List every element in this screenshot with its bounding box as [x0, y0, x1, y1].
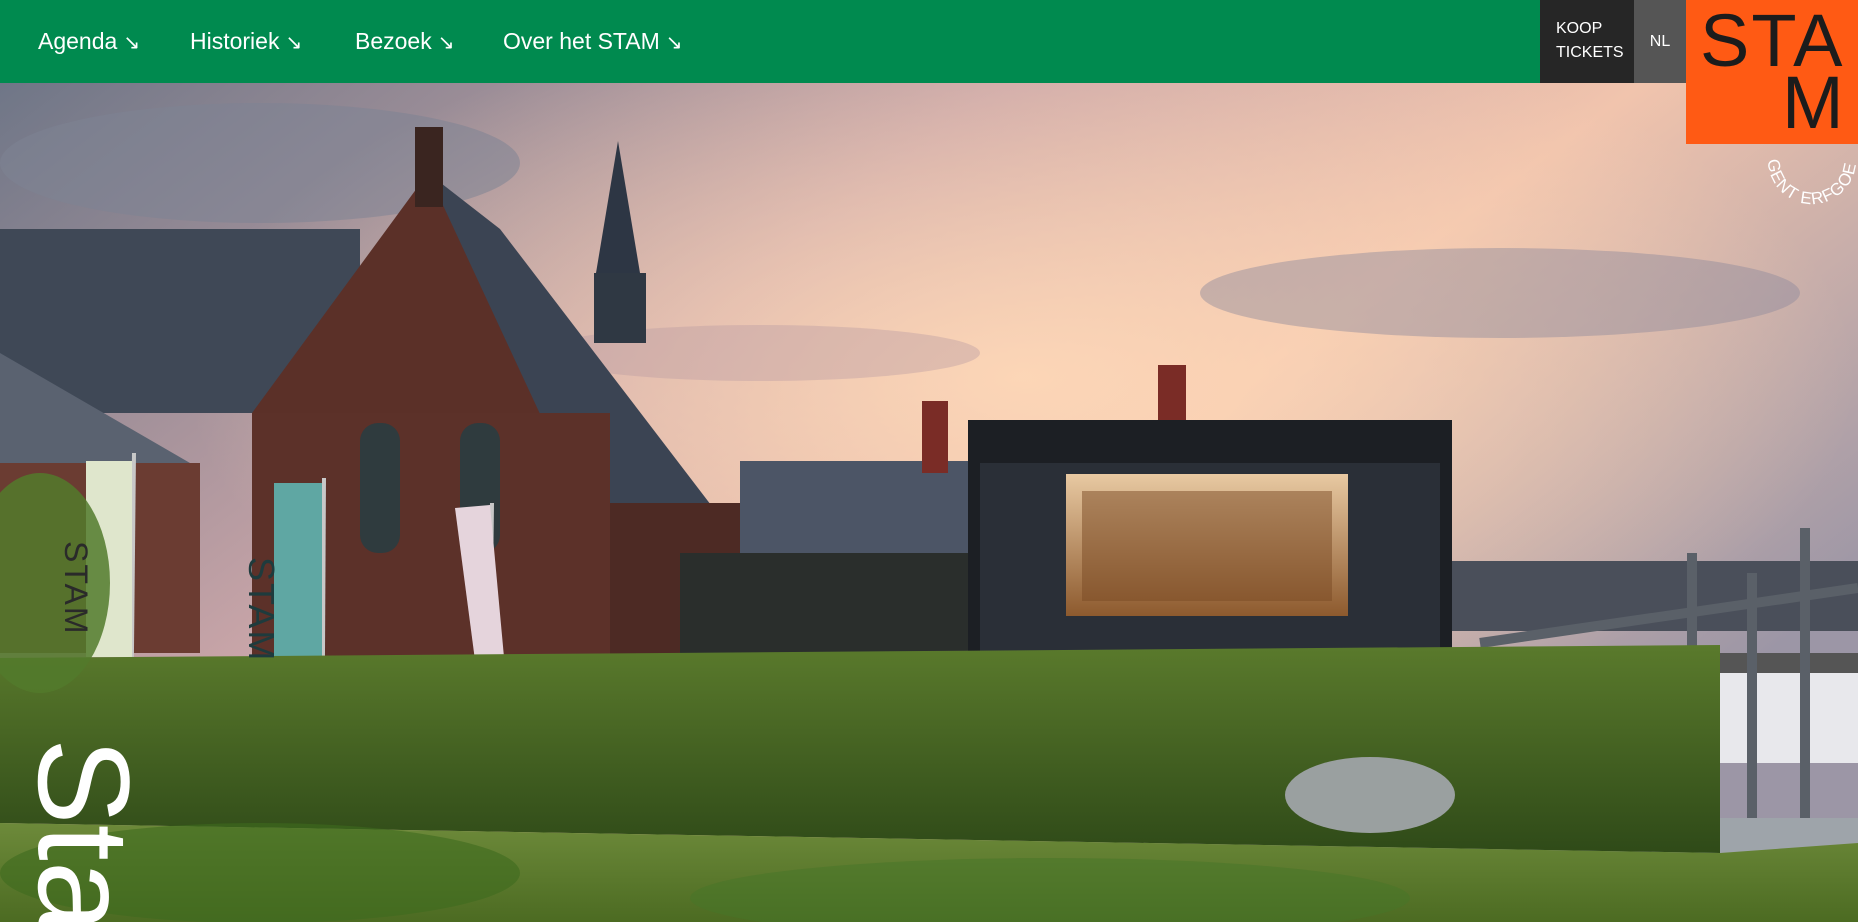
tickets-label-line1: KOOP — [1556, 20, 1603, 37]
buy-tickets-button[interactable]: KOOP TICKETS — [1540, 0, 1634, 83]
hero-vertical-title: Sta — [24, 738, 144, 922]
nav-item-bezoek[interactable]: Bezoek ↘ — [355, 26, 454, 58]
nav-item-label: Historiek — [190, 28, 280, 54]
arrow-down-right-icon: ↘ — [285, 32, 303, 54]
hero-corner-text: Sta — [24, 738, 144, 922]
hero-photo — [0, 83, 1858, 922]
nav-item-over-het-stam[interactable]: Over het STAM ↘ — [503, 26, 683, 58]
nav-item-historiek[interactable]: Historiek ↘ — [190, 26, 302, 58]
flag-text-holder — [0, 83, 1, 84]
arrow-down-right-icon: ↘ — [665, 32, 683, 54]
logo-ring-text: GENT ERFGOEDCE — [1752, 140, 1858, 208]
nav-item-label: Bezoek — [355, 28, 432, 54]
tickets-label-line2: TICKETS — [1556, 44, 1624, 61]
arrow-down-right-icon: ↘ — [437, 32, 455, 54]
language-switcher[interactable]: NL — [1634, 0, 1686, 83]
logo-line2: M — [1782, 61, 1844, 144]
svg-text:GENT ERFGOEDCE: GENT ERFGOEDCE — [1752, 140, 1858, 208]
hero-image: STAM STAM — [0, 83, 1858, 922]
nav-item-label: Agenda — [38, 28, 118, 54]
nav-item-label: Over het STAM — [503, 28, 660, 54]
top-navigation: Agenda ↘ Historiek ↘ Bezoek ↘ Over het STAM… — [0, 0, 1858, 83]
logo-ring-label: GENT ERFGOEDCE — [1752, 140, 1858, 208]
hero-flag-text-2: STAM — [58, 541, 94, 636]
arrow-down-right-icon: ↘ — [123, 32, 141, 54]
nav-item-agenda[interactable]: Agenda ↘ — [38, 26, 140, 58]
hero-flag-text: STAM — [241, 557, 282, 663]
stam-logo[interactable]: STA M — [1686, 0, 1858, 144]
